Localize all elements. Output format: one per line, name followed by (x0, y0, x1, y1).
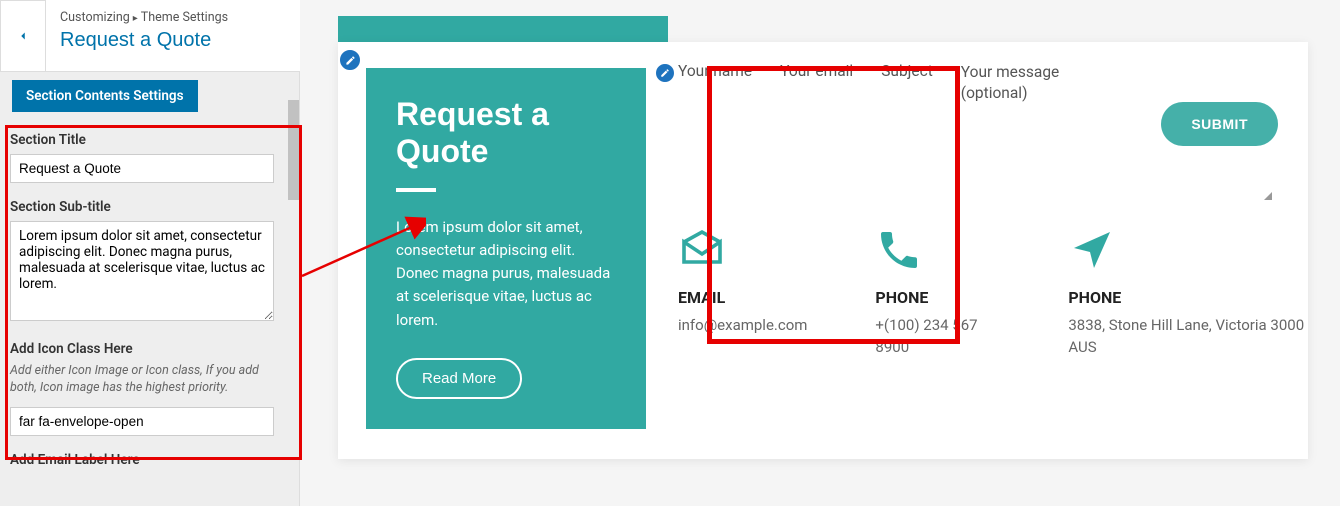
edit-shortcut-button-form[interactable] (654, 62, 676, 84)
name-field-label[interactable]: Your name (678, 62, 752, 104)
contact-email: EMAIL info@example.com (678, 226, 807, 359)
message-field-label[interactable]: Your message (optional) (961, 62, 1071, 104)
subject-field-label[interactable]: Subject (881, 62, 933, 104)
phone-icon (875, 226, 923, 274)
breadcrumb-root: Customizing (60, 10, 130, 25)
location-arrow-icon (1068, 226, 1116, 274)
quote-title: Request a Quote (396, 96, 616, 170)
pencil-icon (345, 55, 356, 66)
read-more-button[interactable]: Read More (396, 358, 522, 399)
breadcrumb-path: Customizing▸Theme Settings (60, 10, 286, 25)
email-label-label: Add Email Label Here (10, 452, 274, 468)
contact-info-row: EMAIL info@example.com PHONE +(100) 234 … (678, 226, 1308, 359)
contact-label: PHONE (1068, 288, 1308, 307)
quote-card: Request a Quote Lorem ipsum dolor sit am… (366, 68, 646, 429)
envelope-icon (678, 226, 726, 274)
icon-class-desc: Add either Icon Image or Icon class, If … (10, 363, 274, 397)
pencil-icon (660, 68, 670, 78)
contact-address: PHONE 3838, Stone Hill Lane, Victoria 30… (1068, 226, 1308, 359)
breadcrumb-parent: Theme Settings (141, 10, 228, 25)
section-title-label: Section Title (10, 132, 274, 148)
settings-form: Section Title Section Sub-title Lorem ip… (10, 132, 274, 474)
email-field-label[interactable]: Your email (780, 62, 853, 104)
contact-phone: PHONE +(100) 234 567 8900 (875, 226, 1000, 359)
scrollbar-thumb[interactable] (288, 100, 299, 200)
caret-icon: ▸ (133, 13, 138, 24)
submit-button[interactable]: SUBMIT (1161, 102, 1278, 146)
section-title-input[interactable] (10, 154, 274, 183)
section-subtitle-label: Section Sub-title (10, 199, 274, 215)
edit-shortcut-button[interactable] (338, 48, 362, 72)
preview-pane: Request a Quote Lorem ipsum dolor sit am… (300, 0, 1340, 506)
quote-subtitle: Lorem ipsum dolor sit amet, consectetur … (396, 216, 616, 332)
contact-value: 3838, Stone Hill Lane, Victoria 3000 AUS (1068, 315, 1308, 359)
icon-class-input[interactable] (10, 407, 274, 436)
contact-form-labels: Your name Your email Subject Your messag… (678, 62, 1071, 104)
back-button[interactable] (0, 0, 46, 72)
breadcrumb: Customizing▸Theme Settings Request a Quo… (46, 0, 300, 72)
contact-label: PHONE (875, 288, 1000, 307)
preview-content: Request a Quote Lorem ipsum dolor sit am… (338, 42, 1308, 459)
section-subtitle-input[interactable]: Lorem ipsum dolor sit amet, consectetur … (10, 221, 274, 321)
textarea-resize-handle[interactable] (1262, 190, 1272, 200)
title-underline (396, 188, 436, 192)
contact-label: EMAIL (678, 288, 807, 307)
contact-value: info@example.com (678, 315, 807, 337)
customizer-sidebar: Customizing▸Theme Settings Request a Quo… (0, 0, 300, 506)
icon-class-label: Add Icon Class Here (10, 341, 274, 357)
section-contents-button[interactable]: Section Contents Settings (12, 80, 198, 112)
contact-value: +(100) 234 567 8900 (875, 315, 1000, 359)
chevron-left-icon (16, 29, 30, 43)
page-title: Request a Quote (60, 29, 286, 52)
